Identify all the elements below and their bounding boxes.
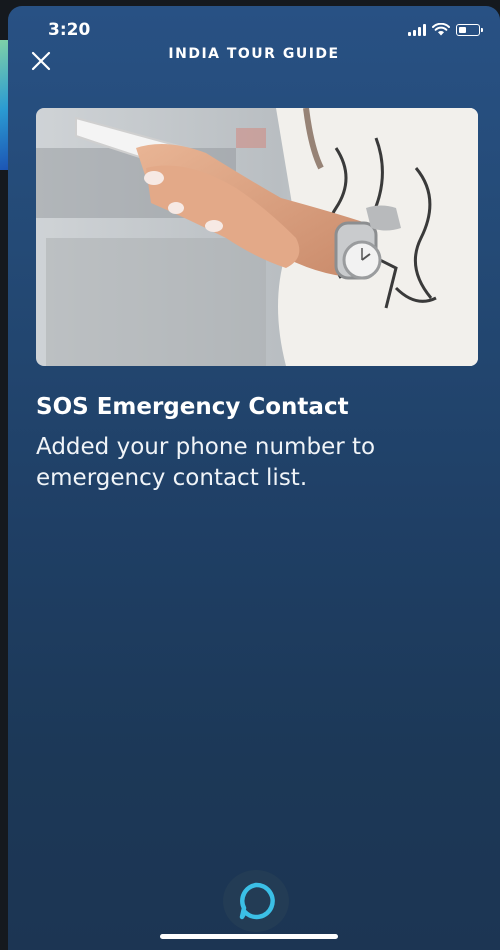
wifi-icon <box>432 23 450 36</box>
status-icons <box>408 23 483 36</box>
alexa-ring-icon <box>239 882 275 920</box>
hero-image <box>36 108 478 366</box>
skill-card-sheet: 3:20 INDIA TOUR GUIDE SOS Emergency Cont… <box>8 6 500 950</box>
home-indicator <box>160 934 338 939</box>
card-title: SOS Emergency Contact <box>36 394 349 420</box>
status-time: 3:20 <box>48 20 91 40</box>
signal-icon <box>408 23 426 36</box>
card-body: Added your phone number to emergency con… <box>36 434 376 491</box>
header-title: INDIA TOUR GUIDE <box>168 46 340 62</box>
battery-icon <box>456 23 483 36</box>
alexa-button[interactable] <box>223 870 289 932</box>
